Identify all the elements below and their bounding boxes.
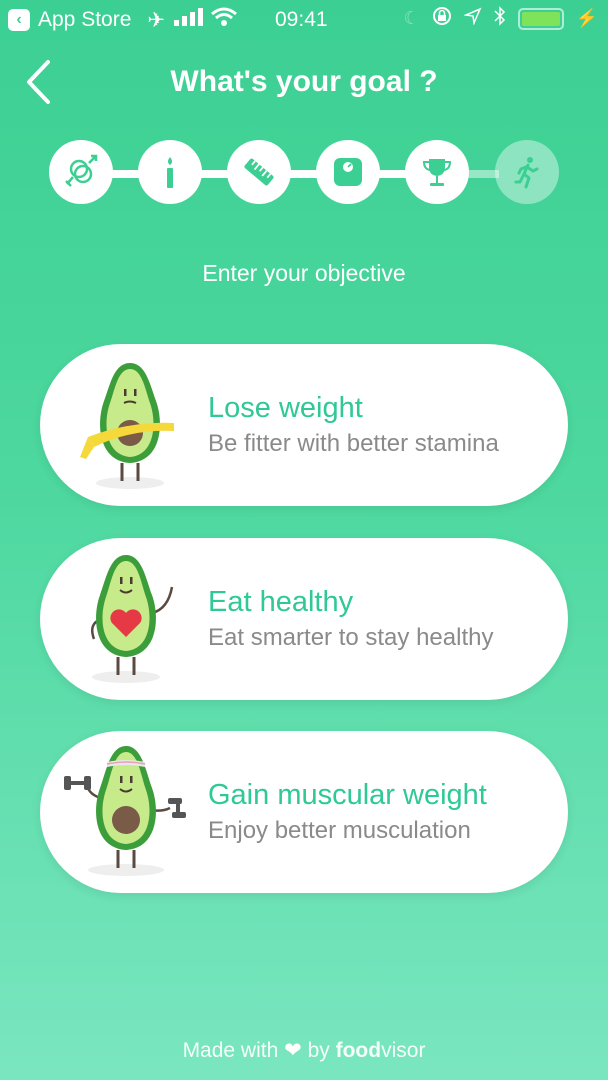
step-connector [197, 170, 231, 178]
signal-icon [173, 7, 204, 33]
step-goal-target[interactable] [405, 140, 469, 204]
bluetooth-icon [494, 6, 506, 31]
gender-icon [65, 154, 98, 187]
candle-icon [167, 157, 173, 188]
goal-option-gain-muscle[interactable]: Gain muscular weight Enjoy better muscul… [40, 731, 568, 893]
charging-icon: ⚡ [575, 8, 598, 28]
header: What's your goal ? [0, 52, 608, 112]
goal-description: Eat smarter to stay healthy [208, 624, 494, 651]
step-height[interactable] [227, 140, 291, 204]
progress-stepper [49, 140, 560, 206]
brand-logo[interactable]: foodvisor [336, 1039, 426, 1062]
avocado-heart-icon [40, 539, 200, 699]
wifi-icon [211, 7, 237, 33]
goal-title: Eat healthy [208, 586, 354, 618]
orientation-lock-icon [432, 6, 452, 31]
goal-description: Be fitter with better stamina [208, 430, 499, 457]
footer-made-with: Made with [182, 1039, 279, 1062]
goal-title: Lose weight [208, 392, 363, 424]
page-title: What's your goal ? [170, 65, 438, 98]
step-objective[interactable] [495, 140, 559, 204]
step-gender[interactable] [49, 140, 113, 204]
status-bar: ‹ App Store ✈ 09:41 ☾ ⚡ [0, 0, 608, 40]
back-button[interactable] [18, 56, 58, 108]
avocado-measuring-tape-icon [40, 345, 200, 505]
back-app-label[interactable]: App Store [38, 8, 131, 32]
section-subtitle: Enter your objective [202, 260, 406, 286]
running-icon [514, 157, 539, 189]
back-app-icon[interactable]: ‹ [8, 9, 30, 31]
goal-title: Gain muscular weight [208, 779, 487, 811]
airplane-icon: ✈ [147, 8, 166, 32]
ruler-icon [244, 158, 274, 186]
step-weight[interactable] [316, 140, 380, 204]
location-icon [462, 7, 482, 30]
scale-icon [334, 158, 362, 186]
moon-icon: ☾ [403, 8, 420, 28]
avocado-dumbbells-icon [40, 732, 200, 892]
step-age[interactable] [138, 140, 202, 204]
clock: 09:41 [275, 8, 328, 31]
battery-icon [517, 7, 564, 30]
goal-option-eat-healthy[interactable]: Eat healthy Eat smarter to stay healthy [40, 538, 568, 700]
footer-credit: Made with ❤ by foodvisor [0, 1038, 608, 1063]
chevron-left-icon [27, 60, 50, 104]
footer-by: by [307, 1039, 330, 1062]
trophy-icon [422, 159, 452, 186]
heart-icon: ❤ [284, 1039, 302, 1062]
goal-description: Enjoy better musculation [208, 817, 471, 844]
goal-option-lose-weight[interactable]: Lose weight Be fitter with better stamin… [40, 344, 568, 506]
